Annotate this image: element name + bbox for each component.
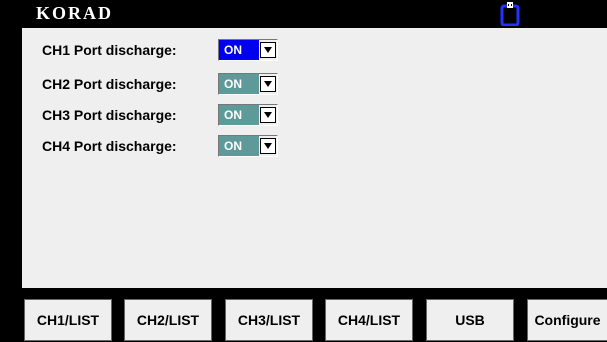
- ch3-list-button[interactable]: CH3/LIST: [225, 299, 313, 341]
- setting-row-ch3: CH3 Port discharge: ON: [42, 104, 278, 126]
- configure-button[interactable]: Configure: [527, 299, 607, 341]
- dropdown-arrow-icon[interactable]: [260, 76, 276, 92]
- brand-logo: KORAD: [36, 3, 113, 23]
- usb-drive-icon: [500, 2, 520, 26]
- setting-row-ch1: CH1 Port discharge: ON: [42, 39, 278, 61]
- ch1-discharge-select[interactable]: ON: [218, 39, 278, 61]
- ch3-discharge-select[interactable]: ON: [218, 104, 278, 126]
- usb-button[interactable]: USB: [426, 299, 514, 341]
- ch2-list-button[interactable]: CH2/LIST: [124, 299, 212, 341]
- title-bar: KORAD: [0, 0, 607, 28]
- ch2-discharge-select[interactable]: ON: [218, 73, 278, 95]
- setting-row-ch2: CH2 Port discharge: ON: [42, 73, 278, 95]
- ch4-discharge-label: CH4 Port discharge:: [42, 138, 177, 154]
- ch1-discharge-label: CH1 Port discharge:: [42, 42, 177, 58]
- ch4-discharge-value: ON: [219, 136, 259, 156]
- ch2-discharge-label: CH2 Port discharge:: [42, 76, 177, 92]
- dropdown-arrow-icon[interactable]: [260, 138, 276, 154]
- softkey-bar: CH1/LIST CH2/LIST CH3/LIST CH4/LIST USB …: [0, 288, 607, 342]
- dropdown-arrow-icon[interactable]: [260, 42, 276, 58]
- ch3-discharge-value: ON: [219, 105, 259, 125]
- dropdown-arrow-icon[interactable]: [260, 107, 276, 123]
- setting-row-ch4: CH4 Port discharge: ON: [42, 135, 278, 157]
- settings-panel: CH1 Port discharge: ON CH2 Port discharg…: [22, 28, 607, 288]
- ch2-discharge-value: ON: [219, 74, 259, 94]
- ch1-list-button[interactable]: CH1/LIST: [24, 299, 112, 341]
- ch4-discharge-select[interactable]: ON: [218, 135, 278, 157]
- ch1-discharge-value: ON: [219, 40, 259, 60]
- ch4-list-button[interactable]: CH4/LIST: [325, 299, 413, 341]
- ch3-discharge-label: CH3 Port discharge:: [42, 107, 177, 123]
